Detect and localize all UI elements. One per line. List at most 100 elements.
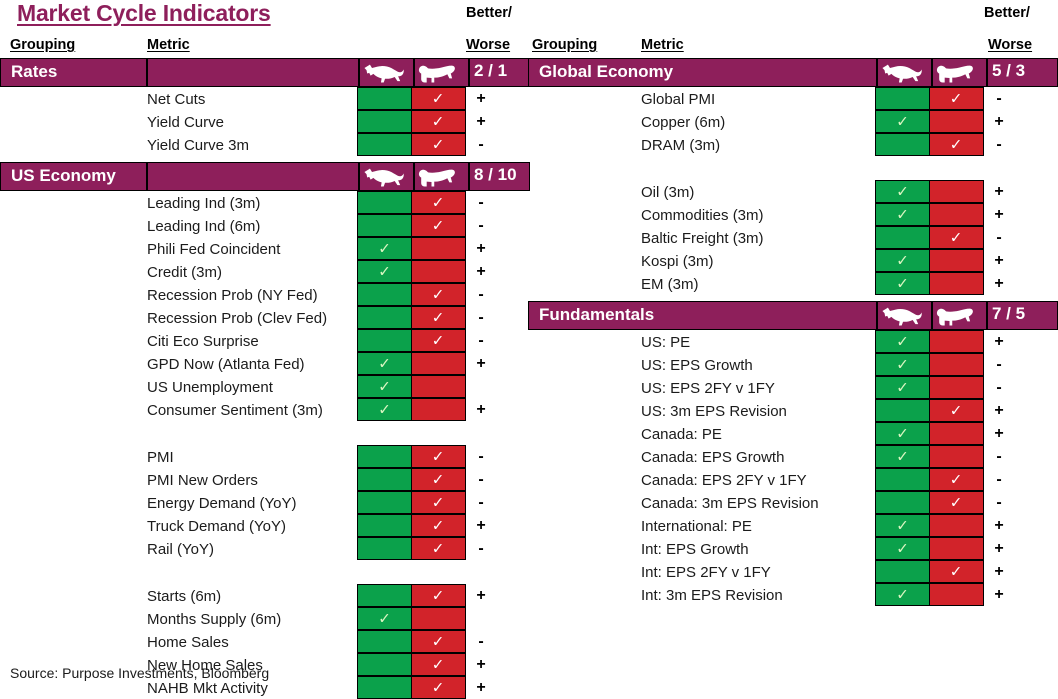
change-indicator: - — [478, 136, 484, 153]
bear-signal-cell: ✓ — [410, 445, 466, 468]
table-row: ✓ — [875, 537, 984, 560]
check-icon: ✓ — [431, 679, 445, 696]
check-icon: ✓ — [896, 586, 909, 603]
group-cell-divider — [986, 59, 988, 86]
bear-signal-cell: ✓ — [928, 226, 984, 249]
table-row: ✓ — [357, 110, 466, 133]
check-icon: ✓ — [431, 471, 445, 488]
metric-label: Net Cuts — [147, 91, 206, 108]
change-indicator: - — [478, 633, 484, 650]
table-row: ✓ — [875, 133, 984, 156]
check-icon: ✓ — [431, 517, 445, 534]
market-cycle-indicators-page: Market Cycle Indicators Better/ Worse Be… — [0, 0, 1058, 699]
page-title: Market Cycle Indicators — [17, 0, 271, 26]
check-icon: ✓ — [896, 356, 909, 373]
bull-signal-cell — [357, 110, 412, 133]
change-indicator: - — [996, 494, 1002, 511]
metric-label: Oil (3m) — [641, 184, 695, 201]
bull-signal-cell — [357, 191, 412, 214]
table-row: ✓ — [357, 676, 466, 699]
table-row: ✓ — [875, 422, 984, 445]
metric-label: International: PE — [641, 518, 752, 535]
table-row: ✓ — [875, 180, 984, 203]
table-row: ✓ — [875, 203, 984, 226]
group-header-global-economy: Global Economy 5 / 3 — [528, 58, 1058, 87]
group-header-rates: Rates 2 / 1 — [0, 58, 530, 87]
check-icon: ✓ — [431, 217, 445, 234]
change-indicator: - — [996, 356, 1002, 373]
bull-signal-cell: ✓ — [875, 272, 930, 295]
change-indicator: + — [994, 183, 1004, 200]
group-divider — [146, 163, 148, 190]
check-icon: ✓ — [896, 333, 909, 350]
bear-signal-cell: ✓ — [928, 87, 984, 110]
metric-label: Canada: EPS 2FY v 1FY — [641, 472, 807, 489]
group-name: Global Economy — [539, 62, 674, 81]
group-header-us-economy: US Economy 8 / 10 — [0, 162, 530, 191]
table-row: ✓ — [875, 399, 984, 422]
check-icon: ✓ — [431, 136, 445, 153]
table-row: ✓ — [875, 272, 984, 295]
table-row: ✓ — [875, 560, 984, 583]
check-icon: ✓ — [378, 401, 391, 418]
worse-label-left: Worse — [466, 37, 511, 53]
bull-signal-cell: ✓ — [875, 376, 930, 399]
change-indicator: + — [476, 679, 486, 696]
metric-label: Int: EPS Growth — [641, 541, 749, 558]
bear-signal-cell: ✓ — [928, 133, 984, 156]
change-indicator: + — [994, 563, 1004, 580]
group-name: Fundamentals — [539, 305, 655, 324]
table-row: ✓ — [357, 607, 466, 630]
change-indicator: + — [994, 206, 1004, 223]
table-row: ✓ — [357, 260, 466, 283]
bear-signal-cell — [410, 607, 466, 630]
change-indicator: - — [996, 471, 1002, 488]
col-header-metric-left: Metric — [147, 37, 190, 53]
bull-signal-cell — [875, 226, 930, 249]
metric-label: EM (3m) — [641, 276, 699, 293]
bear-signal-cell — [410, 375, 466, 398]
check-icon: ✓ — [431, 113, 445, 130]
group-cell-divider — [986, 302, 988, 329]
worse-label-right: Worse — [988, 37, 1033, 53]
group-cell-divider — [358, 59, 360, 86]
table-row: ✓ — [357, 191, 466, 214]
metric-label: Commodities (3m) — [641, 207, 764, 224]
check-icon: ✓ — [431, 656, 445, 673]
metric-label: Leading Ind (6m) — [147, 218, 261, 235]
metric-label: US: EPS Growth — [641, 357, 753, 374]
metric-label: Consumer Sentiment (3m) — [147, 402, 323, 419]
change-indicator: + — [994, 113, 1004, 130]
change-indicator: + — [476, 587, 486, 604]
table-row: ✓ — [875, 445, 984, 468]
change-indicator: - — [478, 194, 484, 211]
bull-icon — [361, 165, 405, 190]
table-row: ✓ — [357, 468, 466, 491]
group-divider — [146, 59, 148, 86]
bull-signal-cell — [875, 133, 930, 156]
bull-signal-cell: ✓ — [357, 352, 412, 375]
change-indicator: + — [994, 425, 1004, 442]
metric-label: Phili Fed Coincident — [147, 241, 281, 258]
metric-label: Copper (6m) — [641, 114, 726, 131]
check-icon: ✓ — [431, 286, 445, 303]
bull-signal-cell — [875, 491, 930, 514]
metric-label: Home Sales — [147, 634, 229, 651]
change-indicator: - — [478, 448, 484, 465]
bull-signal-cell — [357, 630, 412, 653]
bull-signal-cell — [357, 329, 412, 352]
table-row: ✓ — [875, 376, 984, 399]
bull-signal-cell: ✓ — [875, 203, 930, 226]
bull-signal-cell — [357, 514, 412, 537]
check-icon: ✓ — [431, 633, 445, 650]
bull-signal-cell — [875, 399, 930, 422]
bull-signal-cell — [875, 468, 930, 491]
bear-signal-cell — [928, 180, 984, 203]
metric-label: US: PE — [641, 334, 691, 351]
metric-label: Rail (YoY) — [147, 541, 214, 558]
check-icon: ✓ — [896, 540, 909, 557]
metric-label: US Unemployment — [147, 379, 273, 396]
bear-signal-cell — [928, 514, 984, 537]
bear-signal-cell: ✓ — [410, 306, 466, 329]
bull-signal-cell — [357, 306, 412, 329]
